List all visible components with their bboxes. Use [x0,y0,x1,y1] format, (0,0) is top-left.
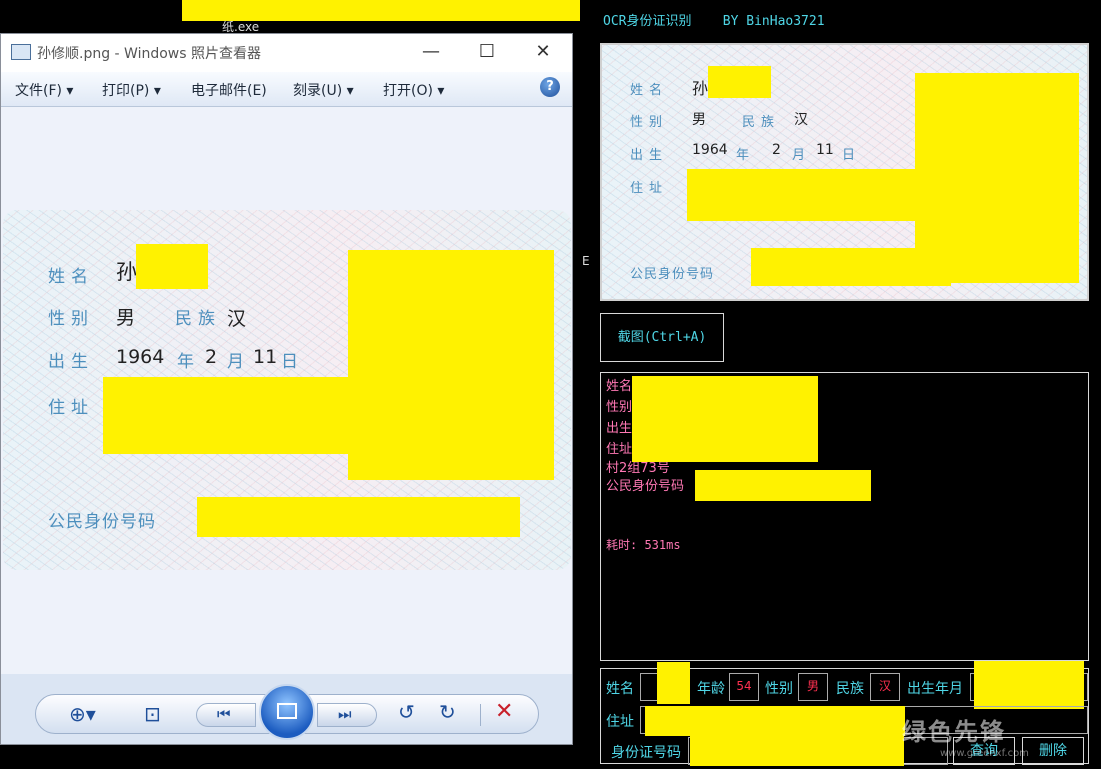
redaction [103,377,355,454]
actual-size-icon[interactable]: ⊡ [144,702,161,726]
redaction [632,376,818,462]
minimize-button[interactable]: — [403,34,459,72]
window-title: 孙修顺.png - Windows 照片查看器 [37,46,261,62]
preview-name-label: 姓名 [630,83,669,98]
menu-burn[interactable]: 刻录(U) ▾ [293,80,354,100]
photo-viewer-icon [11,44,31,60]
preview-name-value: 孙 [692,79,709,98]
menu-print[interactable]: 打印(P) ▾ [102,80,161,100]
preview-id-label: 公民身份号码 [630,267,715,282]
slideshow-icon [277,703,297,719]
redaction [974,661,1084,709]
preview-birth-year: 1964 [692,142,728,158]
close-button[interactable]: ✕ [515,34,571,72]
result-line-birth: 出生 [606,421,633,436]
redaction [690,726,904,766]
form-birth-label: 出生年月 [907,681,963,697]
preview-day-label: 日 [842,148,856,163]
slideshow-button[interactable] [259,684,315,740]
delete-icon[interactable]: ✕ [495,699,513,724]
next-button[interactable]: ⏭ [317,703,377,727]
card-id-label: 公民身份号码 [48,512,156,532]
card-name-value: 孙 [116,260,137,284]
form-id-label: 身份证号码 [611,745,681,761]
form-age-input[interactable]: 54 [729,673,759,701]
side-letter: E [582,254,590,268]
title-bar[interactable]: 孙修顺.png - Windows 照片查看器 — ☐ ✕ [1,34,572,72]
preview-birth-label: 出生 [630,148,669,163]
preview-birth-day: 11 [816,142,834,158]
card-year-label: 年 [177,352,194,372]
watermark-text: 绿色先锋 [902,718,1006,746]
form-sex-label: 性别 [765,681,793,697]
rotate-right-icon[interactable]: ↻ [439,700,456,724]
card-sex-label: 性别 [48,309,94,329]
card-sex-value: 男 [116,307,136,329]
form-age-label: 年龄 [697,681,725,697]
redaction [687,169,927,221]
form-address-label: 住址 [606,714,634,730]
card-name-label: 姓名 [48,267,94,287]
card-birth-year: 1964 [116,346,165,368]
help-icon[interactable]: ? [540,77,560,97]
result-line-address: 住址 [606,442,633,457]
zoom-icon[interactable]: ⊕▾ [69,702,96,726]
preview-birth-month: 2 [772,142,781,158]
card-birth-month: 2 [205,346,218,368]
result-line-sex: 性别 [606,400,633,415]
preview-sex-value: 男 [692,112,706,128]
preview-year-label: 年 [736,148,750,163]
maximize-button[interactable]: ☐ [459,34,515,72]
redaction [695,470,871,501]
ocr-preview: 姓名 孙 性别 男 民族 汉 出生 1964 年 2 月 11 日 住址 公民身… [600,43,1089,301]
redaction [197,497,520,537]
redaction [657,662,690,704]
preview-address-label: 住址 [630,181,669,196]
card-ethnic-label: 民族 [175,309,221,329]
photo-viewer-window: 孙修顺.png - Windows 照片查看器 — ☐ ✕ 文件(F) ▾ 打印… [0,33,573,745]
form-name-label: 姓名 [606,681,634,697]
form-sex-input[interactable]: 男 [798,673,828,701]
delete-button[interactable]: 删除 [1022,737,1084,765]
preview-ethnic-label: 民族 [742,115,781,130]
redaction [136,244,208,289]
menu-open[interactable]: 打开(O) ▾ [383,80,444,100]
result-line-id: 公民身份号码 [606,479,685,494]
redaction [708,66,771,98]
ocr-title: OCR身份证识别 BY BinHao3721 [603,14,825,29]
watermark-url: www.greenxf.com [940,748,1029,759]
menu-file[interactable]: 文件(F) ▾ [15,80,73,100]
redaction-photo [348,250,554,480]
id-card-image: 姓名 孙 性别 男 民族 汉 出生 1964 年 2 月 11 日 住址 公民身… [3,210,571,570]
card-address-label: 住址 [48,398,94,418]
card-ethnic-value: 汉 [227,308,247,330]
form-ethnic-input[interactable]: 汉 [870,673,900,701]
elapsed-time: 耗时: 531ms [606,538,681,552]
previous-icon: ⏮ [217,705,231,723]
card-birth-label: 出生 [48,352,94,372]
playback-controls: ⊕▾ ⊡ ⏮ ⏭ ↺ ↻ ✕ [1,674,572,744]
preview-card-image: 姓名 孙 性别 男 民族 汉 出生 1964 年 2 月 11 日 住址 公民身… [602,45,1087,299]
menu-bar: 文件(F) ▾ 打印(P) ▾ 电子邮件(E) 刻录(U) ▾ 打开(O) ▾ … [1,72,572,107]
preview-sex-label: 性别 [630,115,669,130]
previous-button[interactable]: ⏮ [196,703,256,727]
redaction [751,248,951,286]
card-month-label: 月 [227,352,244,372]
card-birth-day: 11 [253,346,278,368]
menu-email[interactable]: 电子邮件(E) [191,80,267,100]
preview-month-label: 月 [792,148,806,163]
preview-ethnic-value: 汉 [794,112,808,128]
card-day-label: 日 [281,352,298,372]
form-ethnic-label: 民族 [836,681,864,697]
next-icon: ⏭ [338,705,352,723]
rotate-left-icon[interactable]: ↺ [398,700,415,724]
result-textarea[interactable]: 姓名 性别 出生 住址 村2组73号 公民身份号码 耗时: 531ms [600,372,1089,661]
result-line-name: 姓名 [606,379,633,394]
capture-button[interactable]: 截图(Ctrl+A) [600,313,724,362]
divider [480,704,481,726]
